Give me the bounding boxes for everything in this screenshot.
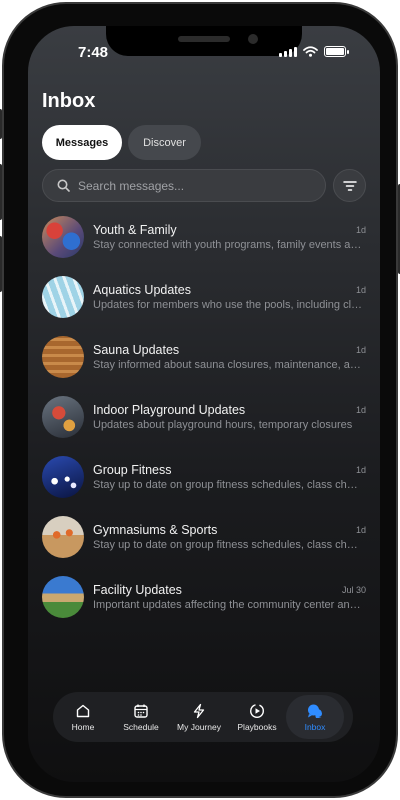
- message-title: Group Fitness: [93, 463, 172, 477]
- tab-label: Playbooks: [237, 721, 277, 732]
- message-time: 1d: [355, 345, 366, 355]
- phone-frame: 7:48 Inbox Messages Discover Search mess…: [0, 2, 400, 798]
- message-title: Sauna Updates: [93, 343, 180, 357]
- aquatics-avatar: [42, 276, 84, 318]
- search-icon: [57, 179, 70, 192]
- gymnasium-avatar: [42, 516, 84, 558]
- tab-home[interactable]: Home: [54, 695, 112, 739]
- calendar-icon: [134, 704, 148, 718]
- message-time: 1d: [355, 225, 366, 235]
- message-preview: Stay up to date on group fitness schedul…: [93, 479, 363, 491]
- lightning-icon: [193, 703, 205, 718]
- message-title: Youth & Family: [93, 223, 177, 237]
- tab-messages[interactable]: Messages: [42, 125, 122, 160]
- message-title: Aquatics Updates: [93, 283, 191, 297]
- mute-switch: [0, 109, 2, 139]
- message-row-indoor-playground[interactable]: Indoor Playground Updates Updates about …: [42, 394, 366, 454]
- message-title: Gymnasiums & Sports: [93, 523, 218, 537]
- speaker: [178, 36, 230, 42]
- message-preview: Stay informed about sauna closures, main…: [93, 359, 363, 371]
- chat-bubble-icon: [308, 704, 322, 718]
- filter-icon: [342, 180, 357, 191]
- message-preview: Important updates affecting the communit…: [93, 599, 363, 611]
- message-row-facility[interactable]: Facility Updates Important updates affec…: [42, 574, 366, 634]
- status-icons: [279, 46, 349, 57]
- group-fitness-avatar: [42, 456, 84, 498]
- message-time: Jul 30: [341, 585, 366, 595]
- sauna-avatar: [42, 336, 84, 378]
- message-row-youth-family[interactable]: Youth & Family Stay connected with youth…: [42, 214, 366, 274]
- play-circle-icon: [249, 703, 265, 718]
- status-time: 7:48: [78, 44, 109, 61]
- message-row-sauna[interactable]: Sauna Updates Stay informed about sauna …: [42, 334, 366, 394]
- search-input[interactable]: [78, 178, 298, 193]
- youth-family-avatar: [42, 216, 84, 258]
- message-preview: Updates for members who use the pools, i…: [93, 299, 363, 311]
- tab-label: Schedule: [123, 721, 159, 732]
- message-row-gymnasiums-sports[interactable]: Gymnasiums & Sports Stay up to date on g…: [42, 514, 366, 574]
- message-list: Youth & Family Stay connected with youth…: [42, 214, 366, 634]
- message-time: 1d: [355, 465, 366, 475]
- message-row-group-fitness[interactable]: Group Fitness Stay up to date on group f…: [42, 454, 366, 514]
- tab-label: My Journey: [177, 721, 221, 732]
- battery-icon: [324, 46, 349, 57]
- facility-avatar: [42, 576, 84, 618]
- volume-up-button: [0, 164, 2, 220]
- volume-down-button: [0, 236, 2, 292]
- page-title: Inbox: [42, 90, 96, 112]
- tab-playbooks[interactable]: Playbooks: [228, 695, 286, 739]
- tab-label: Inbox: [304, 721, 326, 732]
- message-row-aquatics[interactable]: Aquatics Updates Updates for members who…: [42, 274, 366, 334]
- tab-discover[interactable]: Discover: [128, 125, 201, 160]
- tab-label: Home: [71, 721, 95, 732]
- message-preview: Stay up to date on group fitness schedul…: [93, 539, 363, 551]
- tab-inbox[interactable]: Inbox: [286, 695, 344, 739]
- playground-avatar: [42, 396, 84, 438]
- wifi-icon: [303, 46, 318, 57]
- tab-bar: Home Schedule My Journey Playbooks Inbox: [53, 692, 353, 742]
- message-preview: Updates about playground hours, temporar…: [93, 419, 353, 431]
- notch: [106, 26, 302, 56]
- search-bar[interactable]: [42, 169, 326, 202]
- message-time: 1d: [355, 525, 366, 535]
- message-time: 1d: [355, 285, 366, 295]
- tab-my-journey[interactable]: My Journey: [170, 695, 228, 739]
- home-icon: [76, 704, 90, 717]
- message-title: Indoor Playground Updates: [93, 403, 246, 417]
- front-camera: [248, 34, 258, 44]
- message-preview: Stay connected with youth programs, fami…: [93, 239, 363, 251]
- filter-button[interactable]: [333, 169, 366, 202]
- message-title: Facility Updates: [93, 583, 182, 597]
- tab-schedule[interactable]: Schedule: [112, 695, 170, 739]
- message-time: 1d: [355, 405, 366, 415]
- app-screen: 7:48 Inbox Messages Discover Search mess…: [28, 26, 380, 782]
- signal-icon: [279, 46, 297, 57]
